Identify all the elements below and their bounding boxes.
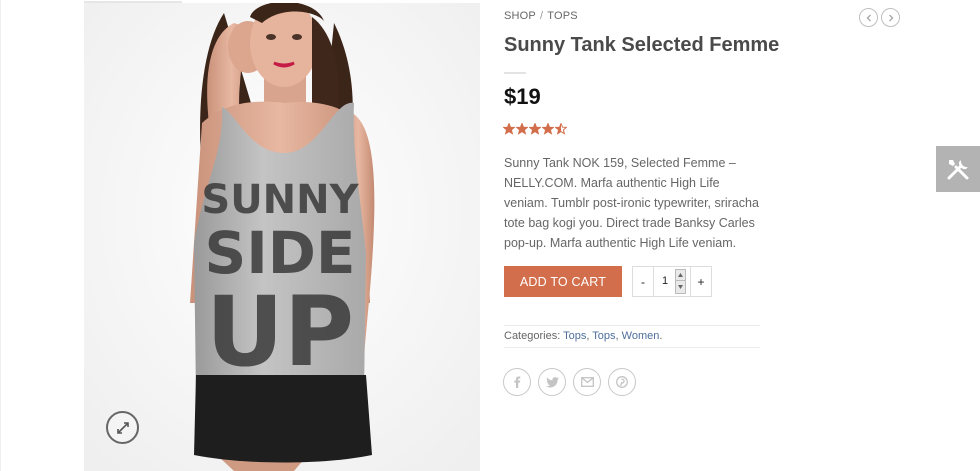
category-link-tops[interactable]: Tops (592, 330, 615, 342)
product-description: Sunny Tank NOK 159, Selected Femme – NEL… (504, 156, 759, 250)
title-divider (504, 72, 526, 74)
product-categories: Categories: Tops, Tops, Women. (504, 330, 662, 342)
expand-icon (116, 421, 129, 434)
facebook-icon (514, 376, 521, 388)
tools-icon (947, 160, 969, 180)
next-product-button[interactable] (881, 8, 900, 27)
share-pinterest-button[interactable] (608, 368, 636, 396)
tank-print-line1: SUNNY (201, 177, 359, 223)
breadcrumb-shop-link[interactable]: SHOP (504, 10, 536, 22)
category-end: . (659, 330, 663, 342)
product-nav (859, 8, 900, 27)
spin-up-button[interactable] (676, 270, 685, 281)
chevron-left-icon (866, 14, 871, 21)
tank-print-line3: UP (206, 276, 354, 388)
share-buttons (503, 368, 636, 396)
quantity-value: 1 (662, 275, 669, 287)
quantity-increase-button[interactable]: + (691, 267, 711, 296)
meta-divider-top (504, 325, 760, 326)
share-email-button[interactable] (573, 368, 601, 396)
quantity-spinner (675, 269, 686, 294)
category-link-women[interactable]: Women (622, 330, 660, 342)
breadcrumb: SHOP / TOPS (504, 10, 578, 22)
page-edge-rule (0, 0, 1, 471)
email-icon (580, 377, 594, 387)
product-photo: SUNNY SIDE UP (84, 3, 480, 471)
breadcrumb-category-link[interactable]: TOPS (547, 10, 578, 22)
product-price: $19 (504, 84, 541, 109)
categories-label: Categories: (504, 330, 561, 342)
prev-product-button[interactable] (859, 8, 878, 27)
tools-panel-toggle[interactable] (936, 146, 980, 192)
quantity-stepper: - 1 + (632, 266, 712, 297)
category-link-tops[interactable]: Tops (563, 330, 586, 342)
pinterest-icon (616, 376, 628, 388)
star-icon (529, 123, 541, 135)
share-twitter-button[interactable] (538, 368, 566, 396)
breadcrumb-separator: / (539, 10, 544, 22)
star-icon (516, 123, 528, 135)
zoom-button[interactable] (106, 411, 139, 444)
product-title: Sunny Tank Selected Femme (504, 34, 780, 56)
product-gallery[interactable]: SUNNY SIDE UP (84, 3, 480, 471)
quantity-input[interactable]: 1 (653, 267, 691, 296)
star-icon (555, 123, 567, 135)
star-icon (503, 123, 515, 135)
star-icon (542, 123, 554, 135)
caret-down-icon (678, 284, 683, 289)
caret-up-icon (678, 273, 683, 277)
chevron-right-icon (888, 14, 893, 21)
rating-stars (503, 123, 567, 135)
quantity-decrease-button[interactable]: - (633, 267, 653, 296)
share-facebook-button[interactable] (503, 368, 531, 396)
spin-down-button[interactable] (676, 281, 685, 292)
meta-divider-bottom (504, 347, 760, 348)
twitter-icon (545, 376, 559, 387)
add-to-cart-button[interactable]: ADD TO CART (504, 266, 622, 297)
